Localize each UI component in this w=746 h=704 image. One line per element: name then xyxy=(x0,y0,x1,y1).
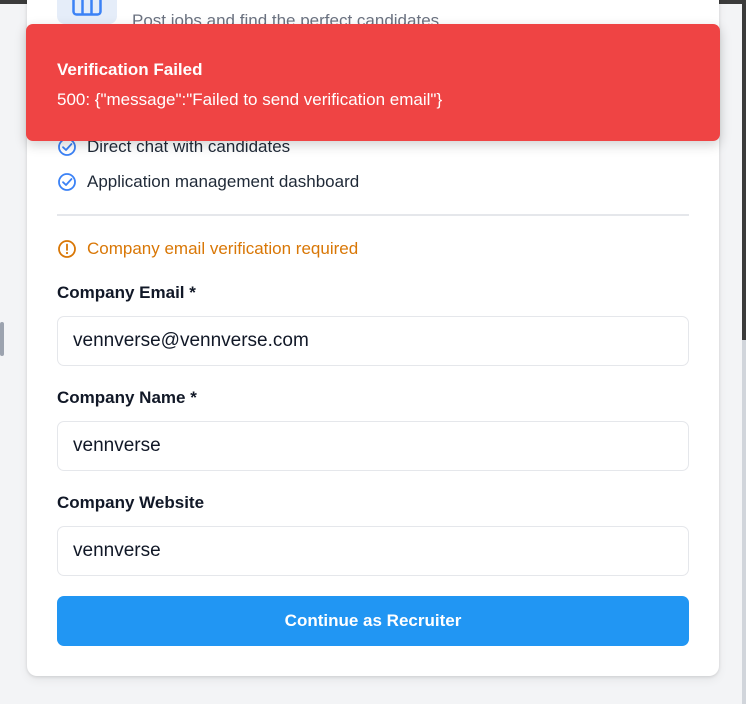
role-icon-container xyxy=(57,0,117,24)
feature-item-application-dashboard: Application management dashboard xyxy=(57,172,359,192)
toast-title: Verification Failed xyxy=(57,60,203,79)
error-toast[interactable]: Verification Failed 500: {"message":"Fai… xyxy=(26,24,720,141)
company-website-input[interactable] xyxy=(57,526,689,576)
resize-handle[interactable] xyxy=(0,322,4,356)
continue-as-recruiter-button[interactable]: Continue as Recruiter xyxy=(57,596,689,646)
company-website-label: Company Website xyxy=(57,493,205,512)
section-divider xyxy=(57,214,689,216)
verification-warning: Company email verification required xyxy=(57,239,358,259)
warning-text: Company email verification required xyxy=(87,239,359,258)
company-email-label: Company Email * xyxy=(57,283,196,302)
check-circle-icon xyxy=(58,173,76,191)
toast-message: 500: {"message":"Failed to send verifica… xyxy=(57,90,443,109)
company-name-label: Company Name * xyxy=(57,388,197,407)
feature-label: Application management dashboard xyxy=(87,172,360,191)
briefcase-icon xyxy=(72,0,102,16)
alert-circle-icon xyxy=(58,240,76,258)
scrollbar-track[interactable] xyxy=(742,340,746,704)
company-email-input[interactable] xyxy=(57,316,689,366)
company-name-input[interactable] xyxy=(57,421,689,471)
